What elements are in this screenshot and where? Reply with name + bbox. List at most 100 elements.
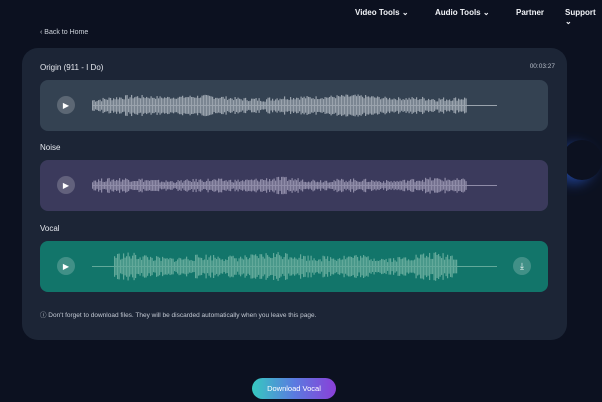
waveform-bar — [408, 180, 410, 191]
waveform-bar — [342, 259, 344, 274]
waveform-bar — [216, 180, 218, 191]
waveform-bar — [336, 178, 338, 193]
play-icon[interactable]: ▶ — [57, 257, 75, 275]
waveform-bar — [417, 180, 419, 191]
waveform-bar — [428, 98, 430, 113]
waveform-bar — [461, 179, 463, 192]
waveform-bar — [450, 180, 452, 191]
waveform-bar — [357, 94, 359, 117]
waveform-bar — [122, 179, 124, 192]
waveform-bar — [254, 98, 256, 113]
download-icon[interactable]: ⤓ — [513, 257, 531, 275]
waveform-bar — [327, 97, 329, 114]
waveform-bar — [123, 99, 125, 112]
waveform-bar — [228, 256, 230, 277]
waveform-bar — [294, 99, 296, 112]
origin-waveform[interactable] — [92, 88, 497, 123]
waveform-bar — [176, 182, 178, 189]
waveform-bar — [255, 178, 257, 193]
waveform-bar — [342, 95, 344, 116]
waveform-bar — [400, 259, 402, 274]
waveform-bar — [428, 179, 430, 192]
waveform-bar — [291, 99, 293, 112]
waveform-bar — [197, 182, 199, 189]
waveform-bar — [162, 256, 164, 277]
waveform-bar — [276, 254, 278, 279]
waveform-bar — [295, 258, 297, 275]
waveform-bar — [454, 259, 456, 274]
nav-support[interactable]: Support ⌄ — [565, 8, 602, 26]
waveform-bar — [280, 256, 282, 277]
waveform-bar — [213, 254, 215, 279]
waveform-bar — [387, 262, 389, 271]
waveform-bar — [429, 252, 431, 281]
waveform-bar — [425, 100, 427, 111]
waveform-bar — [415, 254, 417, 279]
waveform-bar — [285, 176, 287, 195]
waveform-bar — [177, 259, 179, 274]
noise-waveform[interactable] — [92, 168, 497, 203]
waveform-bar — [453, 259, 455, 274]
nav-audio-tools[interactable]: Audio Tools ⌄ — [435, 8, 490, 17]
nav-partner[interactable]: Partner — [516, 8, 544, 17]
waveform-bar — [364, 256, 366, 277]
waveform-bar — [138, 97, 140, 114]
waveform-bar — [119, 178, 121, 193]
waveform-bar — [307, 255, 309, 278]
waveform-bar — [311, 98, 313, 113]
play-icon[interactable]: ▶ — [57, 96, 75, 114]
nav-video-tools[interactable]: Video Tools ⌄ — [355, 8, 409, 17]
waveform-bar — [373, 258, 375, 275]
waveform-bar — [129, 97, 131, 114]
waveform-bar — [179, 181, 181, 190]
waveform-bar — [464, 179, 466, 192]
waveform-bar — [343, 255, 345, 278]
waveform-bar — [223, 260, 225, 273]
waveform-bar — [447, 254, 449, 279]
waveform-bar — [132, 180, 134, 191]
download-vocal-button[interactable]: Download Vocal — [252, 378, 336, 399]
waveform-bar — [161, 97, 163, 114]
waveform-bar — [273, 253, 275, 280]
waveform-bar — [174, 182, 176, 189]
waveform-bar — [441, 180, 443, 191]
waveform-bar — [257, 100, 259, 111]
waveform-bar — [185, 180, 187, 191]
waveform-bar — [214, 257, 216, 276]
vocal-waveform[interactable] — [92, 249, 497, 284]
waveform-bar — [245, 97, 247, 114]
waveform-bar — [365, 178, 367, 193]
vocal-track: ▶ ⤓ — [40, 241, 548, 292]
waveform-bar — [390, 258, 392, 275]
waveform-bar — [393, 180, 395, 191]
waveform-bar — [174, 98, 176, 113]
background-decoration — [562, 140, 602, 180]
waveform-bar — [410, 99, 412, 112]
waveform-bar — [240, 256, 242, 277]
origin-label: Origin (911 - I Do) — [40, 63, 104, 72]
back-to-home-link[interactable]: ‹ Back to Home — [40, 29, 88, 36]
waveform-bar — [120, 97, 122, 114]
waveform-bar — [413, 98, 415, 113]
waveform-bar — [227, 99, 229, 112]
waveform-bar — [234, 258, 236, 275]
waveform-bar — [150, 96, 152, 115]
waveform-bar — [226, 260, 228, 273]
waveform-bar — [137, 181, 139, 190]
waveform-bar — [224, 98, 226, 113]
waveform-bar — [238, 258, 240, 275]
waveform-bar — [125, 178, 127, 193]
waveform-bar — [273, 100, 275, 111]
waveform-bar — [462, 99, 464, 112]
waveform-bar — [267, 255, 269, 278]
waveform-bar — [261, 254, 263, 279]
waveform-bar — [326, 180, 328, 191]
waveform-bar — [338, 96, 340, 115]
waveform-bar — [135, 96, 137, 115]
waveform-bar — [375, 260, 377, 273]
waveform-bar — [284, 177, 286, 194]
waveform-bar — [113, 179, 115, 192]
waveform-bar — [236, 98, 238, 113]
waveform-bar — [326, 97, 328, 114]
play-icon[interactable]: ▶ — [57, 176, 75, 194]
